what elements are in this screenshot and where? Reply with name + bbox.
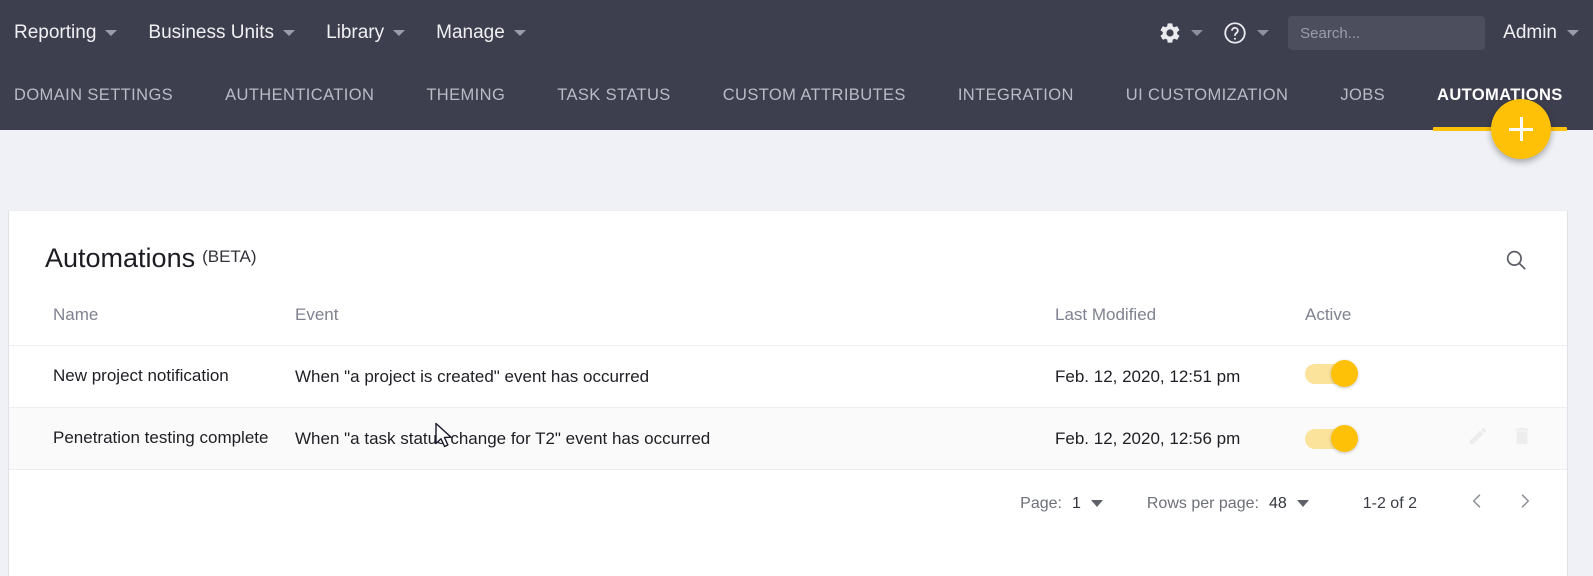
nav-item-manage[interactable]: Manage <box>436 22 526 44</box>
tab-label: DOMAIN SETTINGS <box>14 86 173 104</box>
pencil-icon[interactable] <box>1467 425 1489 452</box>
rows-per-page-selector[interactable]: Rows per page: 48 <box>1147 495 1309 513</box>
primary-nav: Reporting Business Units Library Manage <box>0 22 557 44</box>
tab-label: THEMING <box>426 86 505 104</box>
page-label: Page: <box>1020 495 1062 513</box>
chevron-down-icon <box>1297 500 1309 507</box>
tab-jobs[interactable]: JOBS <box>1340 86 1385 131</box>
utility-nav: Admin <box>1158 16 1593 50</box>
toggle-thumb <box>1331 360 1358 387</box>
app-screen: Reporting Business Units Library Manage <box>0 0 1593 576</box>
nav-item-label: Reporting <box>14 22 96 44</box>
cell-event: When "a task status change for T2" event… <box>295 408 1055 470</box>
chevron-left-icon[interactable] <box>1467 490 1487 517</box>
cell-name: New project notification <box>9 346 295 408</box>
tab-label: AUTHENTICATION <box>225 86 374 104</box>
column-header-last-modified[interactable]: Last Modified <box>1055 305 1305 346</box>
chevron-down-icon <box>105 30 117 36</box>
tab-label: INTEGRATION <box>958 86 1074 104</box>
table-header-row: Name Event Last Modified Active <box>9 305 1568 346</box>
top-navigation-bar: Reporting Business Units Library Manage <box>0 0 1593 66</box>
tab-label: TASK STATUS <box>557 86 671 104</box>
chevron-down-icon[interactable] <box>1191 30 1203 36</box>
cell-name: Penetration testing complete <box>9 408 295 470</box>
tab-task-status[interactable]: TASK STATUS <box>557 86 671 131</box>
nav-item-label: Manage <box>436 22 505 44</box>
tab-label: JOBS <box>1340 86 1385 104</box>
table-body: New project notification When "a project… <box>9 346 1568 470</box>
column-header-name[interactable]: Name <box>9 305 295 346</box>
cell-last-modified: Feb. 12, 2020, 12:56 pm <box>1055 408 1305 470</box>
chevron-down-icon <box>1567 30 1579 36</box>
pagination-bar: Page: 1 Rows per page: 48 1-2 of 2 <box>9 470 1567 517</box>
table-header: Name Event Last Modified Active <box>9 305 1568 346</box>
search-icon[interactable] <box>1503 247 1529 278</box>
chevron-right-icon[interactable] <box>1515 490 1535 517</box>
chevron-down-icon <box>1091 500 1103 507</box>
chevron-down-icon[interactable] <box>1257 30 1269 36</box>
toggle-thumb <box>1331 425 1358 452</box>
rows-per-page-value: 48 <box>1269 495 1287 513</box>
trash-icon[interactable] <box>1511 425 1533 452</box>
tab-integration[interactable]: INTEGRATION <box>958 86 1074 131</box>
page-title: Automations (BETA) <box>45 243 257 274</box>
cell-event: When "a project is created" event has oc… <box>295 346 1055 408</box>
automations-table: Name Event Last Modified Active New proj… <box>9 305 1568 470</box>
tab-label: UI CUSTOMIZATION <box>1126 86 1289 104</box>
chevron-down-icon <box>393 30 405 36</box>
active-toggle[interactable] <box>1305 428 1359 450</box>
chevron-down-icon <box>283 30 295 36</box>
search-input[interactable] <box>1288 16 1485 50</box>
tab-ui-customization[interactable]: UI CUSTOMIZATION <box>1126 86 1289 131</box>
column-header-active[interactable]: Active <box>1305 305 1568 346</box>
automations-card: Automations (BETA) Name Event Last Modif… <box>8 210 1568 576</box>
nav-item-label: Business Units <box>148 22 274 44</box>
column-header-event[interactable]: Event <box>295 305 1055 346</box>
card-header: Automations (BETA) <box>9 211 1567 305</box>
nav-item-library[interactable]: Library <box>326 22 405 44</box>
user-menu-admin[interactable]: Admin <box>1503 22 1579 44</box>
help-circle-icon[interactable] <box>1222 20 1248 46</box>
gear-icon[interactable] <box>1158 21 1182 45</box>
tab-domain-settings[interactable]: DOMAIN SETTINGS <box>14 86 173 131</box>
nav-item-business-units[interactable]: Business Units <box>148 22 295 44</box>
nav-item-label: Library <box>326 22 384 44</box>
pagination-arrows <box>1467 490 1535 517</box>
row-action-buttons <box>1467 425 1568 452</box>
tab-label: CUSTOM ATTRIBUTES <box>723 86 906 104</box>
chevron-down-icon <box>514 30 526 36</box>
active-toggle[interactable] <box>1305 363 1359 385</box>
cell-last-modified: Feb. 12, 2020, 12:51 pm <box>1055 346 1305 408</box>
tab-label: AUTOMATIONS <box>1437 86 1563 104</box>
user-menu-label: Admin <box>1503 22 1557 44</box>
rows-per-page-label: Rows per page: <box>1147 495 1259 513</box>
table-row[interactable]: New project notification When "a project… <box>9 346 1568 408</box>
add-automation-fab[interactable] <box>1491 99 1551 159</box>
tab-custom-attributes[interactable]: CUSTOM ATTRIBUTES <box>723 86 906 131</box>
settings-tab-bar: DOMAIN SETTINGS AUTHENTICATION THEMING T… <box>0 66 1593 130</box>
cell-active <box>1305 346 1568 408</box>
page-selector[interactable]: Page: 1 <box>1020 495 1103 513</box>
nav-item-reporting[interactable]: Reporting <box>14 22 117 44</box>
page-title-text: Automations <box>45 243 195 274</box>
cell-active <box>1305 408 1568 470</box>
pagination-range: 1-2 of 2 <box>1363 495 1417 513</box>
tab-authentication[interactable]: AUTHENTICATION <box>225 86 374 131</box>
tab-theming[interactable]: THEMING <box>426 86 505 131</box>
table-row[interactable]: Penetration testing complete When "a tas… <box>9 408 1568 470</box>
beta-badge: (BETA) <box>202 247 256 267</box>
page-value: 1 <box>1072 495 1081 513</box>
plus-icon <box>1520 117 1523 141</box>
